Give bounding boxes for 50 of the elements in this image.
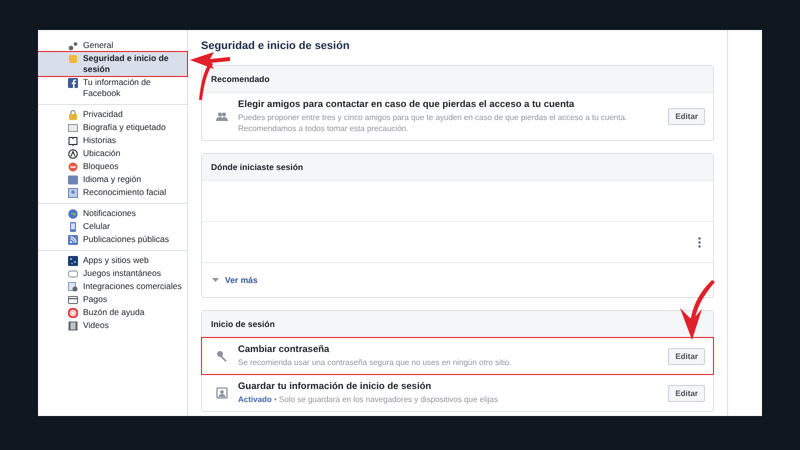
- rss-icon: [68, 234, 78, 244]
- sidebar-item[interactable]: Pagos: [38, 293, 187, 306]
- lifebuoy-icon: [68, 308, 78, 318]
- facebook-icon: [68, 78, 78, 88]
- sidebar-item[interactable]: Juegos instantáneos: [38, 267, 187, 280]
- key-icon: [216, 350, 228, 362]
- setting-description: Activado • Solo se guardará en los navegadores y dispositivos que elijas: [238, 394, 499, 405]
- film-icon: [68, 320, 78, 330]
- credit-card-icon: [68, 294, 78, 304]
- sidebar-item[interactable]: Apps y sitios web: [38, 254, 187, 267]
- setting-title: Cambiar contraseña: [238, 344, 330, 355]
- sidebar-item[interactable]: Videos: [38, 319, 187, 332]
- portrait-icon: [216, 387, 228, 399]
- sidebar-item[interactable]: Bloqueos: [38, 160, 187, 173]
- sidebar-item[interactable]: Seguridad e inicio de sesión: [38, 52, 187, 76]
- block-icon: [68, 162, 78, 172]
- setting-description: Puedes proponer entre tres y cinco amigos para que te ayuden en caso de que pierdas el acceso a tu cuenta. Recomendamos a todos tomar esta precaución.: [238, 112, 628, 134]
- section-header: Inicio de sesión: [202, 311, 713, 338]
- setting-description: Se recomienda usar una contraseña segura que no uses en ningún otro sitio.: [238, 357, 513, 368]
- more-options-icon[interactable]: [698, 236, 701, 248]
- arrow-drawing: [680, 280, 715, 340]
- sidebar-item[interactable]: Tu información de Facebook: [38, 76, 187, 100]
- book-icon: [68, 136, 78, 146]
- phone-icon: [68, 222, 78, 232]
- section-header: Dónde iniciaste sesión: [202, 154, 713, 181]
- edit-button[interactable]: Editar: [668, 108, 705, 125]
- sidebar-item[interactable]: Privacidad: [38, 108, 187, 121]
- sidebar-item[interactable]: General: [38, 39, 187, 52]
- sidebar-item[interactable]: Historias: [38, 134, 187, 147]
- sidebar-item[interactable]: Notificaciones: [38, 207, 187, 220]
- sidebar-item[interactable]: Idioma y región: [38, 173, 187, 186]
- setting-title: Elegir amigos para contactar en caso de que pierdas el acceso a tu cuenta: [238, 99, 576, 110]
- edit-button[interactable]: Editar: [668, 348, 705, 364]
- setting-title: Guardar tu información de inicio de sesión: [238, 381, 432, 392]
- gears-icon: [68, 40, 78, 50]
- see-more-link[interactable]: Ver más: [202, 263, 713, 297]
- lock-icon: [68, 110, 78, 120]
- people-icon: [216, 110, 228, 122]
- sidebar-item[interactable]: Buzón de ayuda: [38, 306, 187, 319]
- section-header: Recomendado: [202, 66, 713, 93]
- sidebar-item[interactable]: Celular: [38, 220, 187, 233]
- page-title: Seguridad e inicio de sesión: [201, 40, 351, 52]
- sidebar-item[interactable]: Biografía y etiquetado: [38, 121, 187, 134]
- sidebar-item[interactable]: Reconocimiento facial: [38, 186, 187, 199]
- sidebar-item[interactable]: Integraciones comerciales: [38, 280, 187, 293]
- caret-icon: [212, 278, 219, 282]
- edit-button[interactable]: Editar: [668, 384, 705, 402]
- globe-icon: [68, 208, 78, 218]
- sidebar-item[interactable]: Ubicación: [38, 147, 187, 160]
- sidebar-item[interactable]: Publicaciones públicas: [38, 233, 187, 246]
